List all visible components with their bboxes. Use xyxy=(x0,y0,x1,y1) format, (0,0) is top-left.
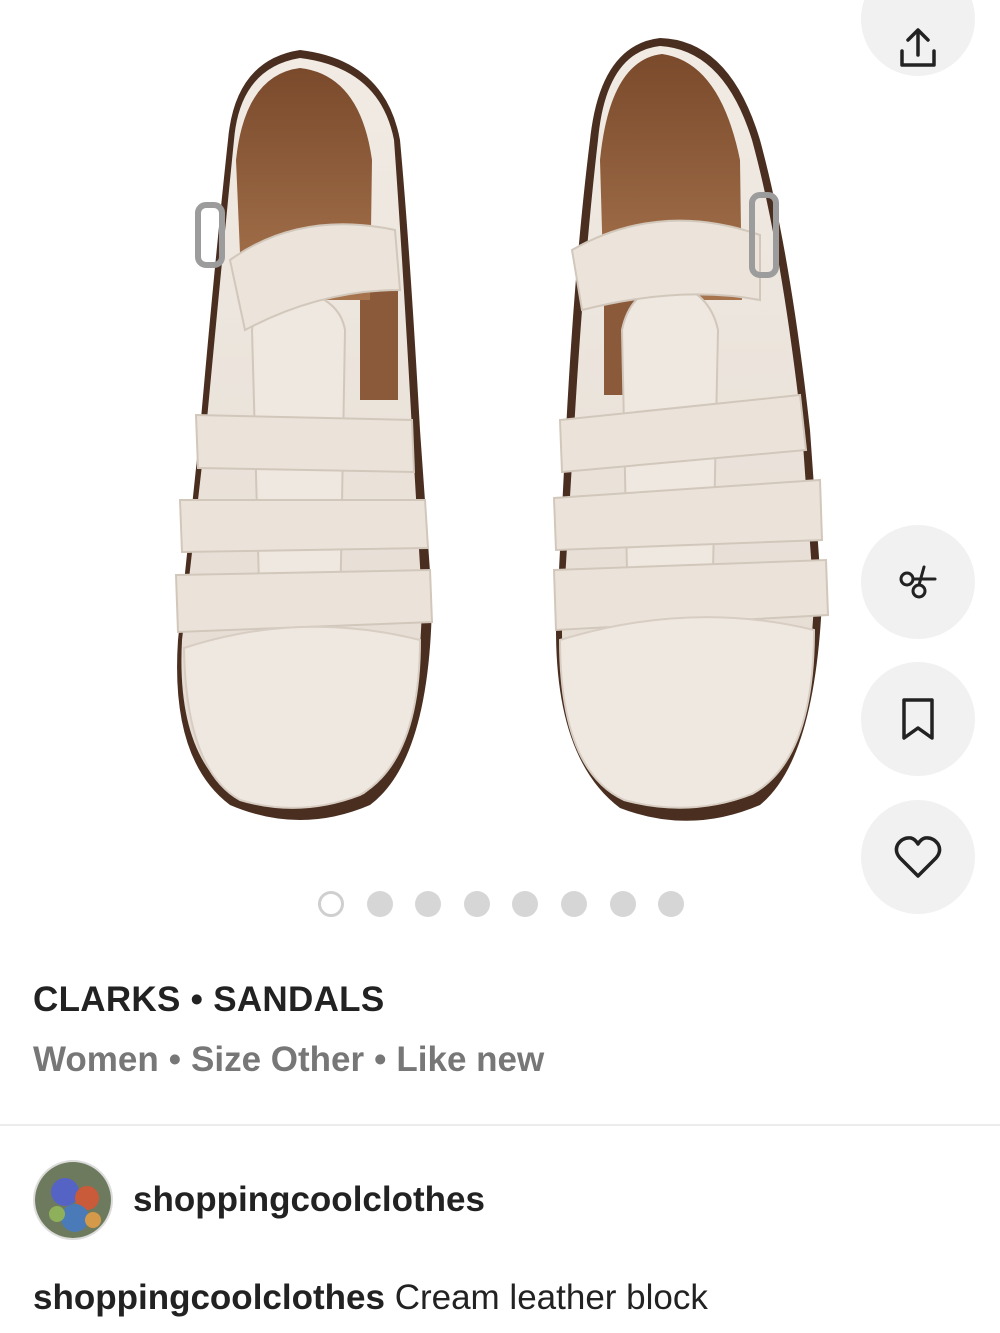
listing-page: CLARKS • SANDALS Women • Size Other • Like new… xyxy=(0,0,1000,1333)
separator: • xyxy=(168,1040,182,1079)
offer-tag-icon xyxy=(893,557,943,607)
left-shoe xyxy=(174,50,434,820)
right-shoe xyxy=(552,38,830,821)
description-username[interactable]: shoppingcoolclothes xyxy=(33,1278,385,1317)
condition: Like new xyxy=(396,1040,545,1079)
category-link[interactable]: SANDALS xyxy=(213,980,384,1019)
description: shoppingcoolclothes Cream leather block xyxy=(33,1278,973,1318)
brand-link[interactable]: CLARKS xyxy=(33,980,181,1019)
avatar[interactable] xyxy=(33,1160,113,1240)
save-button[interactable] xyxy=(861,662,975,776)
bookmark-icon xyxy=(898,696,938,742)
sandals-image xyxy=(174,38,830,821)
carousel-dot[interactable] xyxy=(560,891,587,917)
product-photo[interactable] xyxy=(0,0,1000,940)
department: Women xyxy=(33,1040,159,1079)
share-icon xyxy=(894,25,942,73)
separator: • xyxy=(374,1040,387,1079)
make-offer-button[interactable] xyxy=(861,525,975,639)
like-button[interactable] xyxy=(861,800,975,914)
carousel-dot[interactable] xyxy=(463,891,490,917)
heart-icon xyxy=(893,834,943,880)
brand-category-line: CLARKS • SANDALS xyxy=(33,980,384,1020)
carousel-dot[interactable] xyxy=(512,891,539,917)
carousel-dot[interactable] xyxy=(366,891,393,917)
size: Size Other xyxy=(191,1040,365,1079)
separator: • xyxy=(190,980,204,1019)
seller-username[interactable]: shoppingcoolclothes xyxy=(133,1180,485,1220)
carousel-indicator xyxy=(318,891,707,917)
listing-meta: Women • Size Other • Like new xyxy=(33,1040,544,1080)
carousel-dot[interactable] xyxy=(658,891,685,917)
carousel-dot[interactable] xyxy=(609,891,636,917)
divider xyxy=(0,1124,1000,1126)
carousel-dot[interactable] xyxy=(415,891,442,917)
description-text: Cream leather block xyxy=(394,1278,708,1317)
seller-row[interactable]: shoppingcoolclothes xyxy=(33,1160,485,1240)
carousel-dot[interactable] xyxy=(318,891,344,917)
